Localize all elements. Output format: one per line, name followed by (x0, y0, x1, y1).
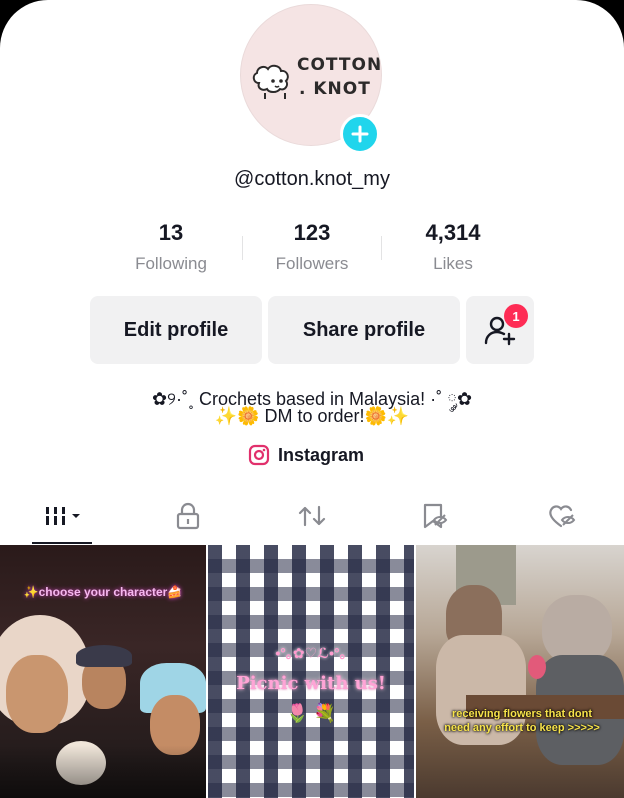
logo-text-line1: COTTON (297, 55, 382, 75)
notification-badge: 1 (504, 304, 528, 328)
stat-divider (242, 236, 243, 260)
heart-hidden-icon (549, 505, 576, 528)
saved-tab[interactable] (410, 498, 458, 534)
username: @cotton.knot_my (234, 168, 390, 190)
followers-count: 123 (293, 220, 331, 245)
stat-divider (381, 236, 382, 260)
video-thumbnail-1[interactable]: ✨choose your character🍰 (0, 545, 206, 798)
active-tab-indicator (32, 542, 92, 544)
bio-line-2: ✨🌼 DM to order!🌼✨ (214, 406, 410, 426)
grid-icon (46, 507, 80, 525)
video-caption: ✨choose your character🍰 (23, 585, 183, 599)
avatar-container[interactable]: COTTON . KNOT (240, 4, 382, 154)
followers-stat[interactable]: 123 Followers (257, 220, 367, 274)
following-count: 13 (158, 220, 184, 245)
liked-tab[interactable] (538, 498, 586, 534)
video-caption-emoji: 🌷 💐 (286, 703, 336, 723)
video-thumbnail-3[interactable]: receiving flowers that dont need any eff… (416, 545, 624, 798)
videos-tab[interactable] (40, 498, 88, 534)
video-caption: receiving flowers that dont need any eff… (444, 708, 600, 734)
add-friends-button[interactable]: 1 (466, 296, 534, 364)
likes-count: 4,314 (425, 220, 481, 245)
shade (0, 745, 206, 798)
instagram-label: Instagram (278, 444, 365, 465)
private-tab[interactable] (164, 498, 212, 534)
hat-figure (76, 645, 132, 667)
reposts-tab[interactable] (288, 498, 336, 534)
logo-text-line2: . KNOT (299, 79, 371, 99)
instagram-link[interactable]: Instagram (248, 444, 364, 466)
add-story-button[interactable] (340, 114, 380, 154)
likes-label: Likes (433, 254, 473, 273)
profile-screen: COTTON . KNOT @cotton.knot_my 13 Followi… (0, 0, 624, 798)
video-caption-decoration: •°｡✿♡ℒ•°｡ (275, 645, 347, 661)
followers-label: Followers (275, 254, 349, 273)
flower-figure (528, 655, 546, 679)
face-figure (6, 655, 68, 733)
likes-stat[interactable]: 4,314 Likes (398, 220, 508, 274)
bookmark-hidden-icon (423, 503, 448, 529)
video-thumbnail-2[interactable]: •°｡✿♡ℒ•°｡ Picnic with us! 🌷 💐 (208, 545, 414, 798)
video-caption: Picnic with us! (236, 673, 386, 694)
following-stat[interactable]: 13 Following (116, 220, 226, 274)
following-label: Following (135, 254, 207, 273)
share-profile-button[interactable]: Share profile (268, 296, 460, 364)
sheep-logo-icon (252, 64, 289, 99)
plus-icon (351, 125, 369, 143)
edit-profile-button[interactable]: Edit profile (90, 296, 262, 364)
repost-icon (298, 505, 326, 527)
lock-icon (176, 502, 200, 530)
content-tabs (0, 490, 624, 542)
instagram-icon (248, 444, 270, 466)
